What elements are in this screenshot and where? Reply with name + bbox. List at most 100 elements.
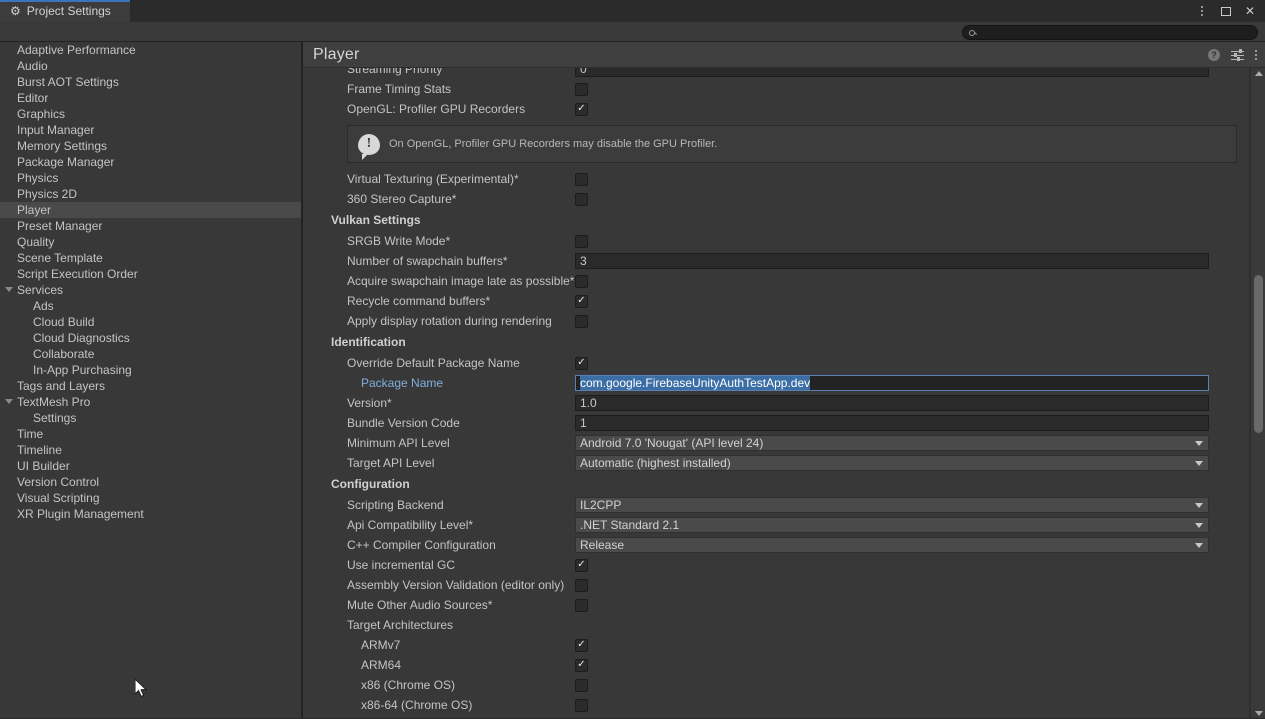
sidebar-item-version-control[interactable]: Version Control (0, 474, 301, 490)
chevron-down-icon (1195, 441, 1203, 446)
search-toolbar (0, 22, 1265, 42)
sidebar-item-label: Tags and Layers (17, 379, 105, 393)
setting-row-opengl-profiler-gpu-recorders: OpenGL: Profiler GPU Recorders✓ (303, 99, 1249, 119)
sidebar-item-settings[interactable]: Settings (0, 410, 301, 426)
setting-label: Version* (303, 396, 575, 410)
checkbox-armv7[interactable]: ✓ (575, 639, 588, 652)
sidebar-item-collaborate[interactable]: Collaborate (0, 346, 301, 362)
close-button[interactable]: ✕ (1243, 4, 1257, 18)
tab-label: Project Settings (27, 4, 111, 18)
window-menu-button[interactable] (1195, 4, 1209, 18)
checkbox-assembly-version-validation-editor-only[interactable] (575, 579, 588, 592)
setting-label: Acquire swapchain image late as possible… (303, 274, 575, 288)
sidebar-item-label: Physics 2D (17, 187, 77, 201)
vertical-scrollbar[interactable] (1250, 68, 1265, 719)
search-box[interactable] (962, 25, 1258, 40)
sidebar-item-audio[interactable]: Audio (0, 58, 301, 74)
checkbox-acquire-swapchain-image-late-as-possible[interactable] (575, 275, 588, 288)
sidebar-item-label: Ads (33, 299, 54, 313)
sidebar-item-scene-template[interactable]: Scene Template (0, 250, 301, 266)
sidebar-item-timeline[interactable]: Timeline (0, 442, 301, 458)
sidebar-item-graphics[interactable]: Graphics (0, 106, 301, 122)
sidebar-item-memory-settings[interactable]: Memory Settings (0, 138, 301, 154)
tab-project-settings[interactable]: ⚙ Project Settings (0, 0, 130, 22)
dropdown-value: Release (580, 538, 624, 552)
search-input[interactable] (979, 26, 1257, 39)
sidebar-item-script-execution-order[interactable]: Script Execution Order (0, 266, 301, 282)
text-field-bundle-version-code[interactable]: 1 (575, 415, 1209, 431)
setting-row-number-of-swapchain-buffers: Number of swapchain buffers*3 (303, 251, 1249, 271)
dropdown-c-compiler-configuration[interactable]: Release (575, 537, 1209, 553)
sidebar-item-physics[interactable]: Physics (0, 170, 301, 186)
help-button[interactable]: ? (1208, 49, 1220, 61)
settings-sidebar[interactable]: Adaptive PerformanceAudioBurst AOT Setti… (0, 42, 302, 719)
sidebar-item-quality[interactable]: Quality (0, 234, 301, 250)
sidebar-item-time[interactable]: Time (0, 426, 301, 442)
chevron-down-icon[interactable] (5, 287, 13, 292)
text-field-version[interactable]: 1.0 (575, 395, 1209, 411)
checkbox-360-stereo-capture[interactable] (575, 193, 588, 206)
dropdown-target-api-level[interactable]: Automatic (highest installed) (575, 455, 1209, 471)
checkbox-x86-64-chrome-os[interactable] (575, 699, 588, 712)
sidebar-item-adaptive-performance[interactable]: Adaptive Performance (0, 42, 301, 58)
sidebar-item-label: Cloud Build (33, 315, 94, 329)
field-value: 1.0 (580, 396, 597, 410)
panel-header-icons: ? (1208, 42, 1257, 68)
dropdown-scripting-backend[interactable]: IL2CPP (575, 497, 1209, 513)
checkbox-opengl-profiler-gpu-recorders[interactable]: ✓ (575, 103, 588, 116)
sidebar-item-textmesh-pro[interactable]: TextMesh Pro (0, 394, 301, 410)
setting-label: x86 (Chrome OS) (303, 678, 575, 692)
sidebar-item-label: Quality (17, 235, 54, 249)
checkbox-mute-other-audio-sources[interactable] (575, 599, 588, 612)
maximize-button[interactable] (1219, 4, 1233, 18)
checkbox-apply-display-rotation-during-rendering[interactable] (575, 315, 588, 328)
sidebar-item-cloud-diagnostics[interactable]: Cloud Diagnostics (0, 330, 301, 346)
sidebar-item-player[interactable]: Player (0, 202, 301, 218)
checkbox-virtual-texturing-experimental[interactable] (575, 173, 588, 186)
checkbox-x86-chrome-os[interactable] (575, 679, 588, 692)
sidebar-item-label: Visual Scripting (17, 491, 100, 505)
sidebar-item-visual-scripting[interactable]: Visual Scripting (0, 490, 301, 506)
dropdown-api-compatibility-level[interactable]: .NET Standard 2.1 (575, 517, 1209, 533)
sidebar-item-tags-and-layers[interactable]: Tags and Layers (0, 378, 301, 394)
checkbox-recycle-command-buffers[interactable]: ✓ (575, 295, 588, 308)
checkbox-srgb-write-mode[interactable] (575, 235, 588, 248)
section-header-configuration: Configuration (303, 473, 1249, 495)
scrollbar-thumb[interactable] (1254, 275, 1263, 433)
setting-row-override-default-package-name: Override Default Package Name✓ (303, 353, 1249, 373)
sidebar-item-editor[interactable]: Editor (0, 90, 301, 106)
sidebar-item-package-manager[interactable]: Package Manager (0, 154, 301, 170)
sidebar-item-label: Timeline (17, 443, 62, 457)
panel-menu-button[interactable] (1255, 50, 1257, 60)
preset-button[interactable] (1231, 50, 1244, 61)
text-field-number-of-swapchain-buffers[interactable]: 3 (575, 253, 1209, 269)
setting-label: x86-64 (Chrome OS) (303, 698, 575, 712)
sidebar-item-label: Burst AOT Settings (17, 75, 119, 89)
checkbox-override-default-package-name[interactable]: ✓ (575, 357, 588, 370)
dropdown-minimum-api-level[interactable]: Android 7.0 'Nougat' (API level 24) (575, 435, 1209, 451)
sidebar-item-input-manager[interactable]: Input Manager (0, 122, 301, 138)
project-settings-window: ⚙ Project Settings ✕ Adaptive Performanc… (0, 0, 1265, 719)
sidebar-item-burst-aot-settings[interactable]: Burst AOT Settings (0, 74, 301, 90)
sidebar-item-preset-manager[interactable]: Preset Manager (0, 218, 301, 234)
scroll-up-arrow-icon[interactable] (1255, 71, 1263, 76)
sidebar-item-services[interactable]: Services (0, 282, 301, 298)
setting-row-frame-timing-stats: Frame Timing Stats (303, 79, 1249, 99)
setting-row-package-name: Package Namecom.google.FirebaseUnityAuth… (303, 373, 1249, 393)
checkbox-use-incremental-gc[interactable]: ✓ (575, 559, 588, 572)
text-field-package-name[interactable]: com.google.FirebaseUnityAuthTestApp.dev (575, 375, 1209, 391)
sidebar-item-ads[interactable]: Ads (0, 298, 301, 314)
setting-row-bundle-version-code: Bundle Version Code1 (303, 413, 1249, 433)
sidebar-item-ui-builder[interactable]: UI Builder (0, 458, 301, 474)
text-field-streaming-priority[interactable]: 0 (575, 68, 1209, 77)
setting-label: OpenGL: Profiler GPU Recorders (303, 102, 575, 116)
checkbox-frame-timing-stats[interactable] (575, 83, 588, 96)
sidebar-item-label: Version Control (17, 475, 99, 489)
scroll-down-arrow-icon[interactable] (1255, 711, 1263, 716)
sidebar-item-cloud-build[interactable]: Cloud Build (0, 314, 301, 330)
checkbox-arm64[interactable]: ✓ (575, 659, 588, 672)
sidebar-item-physics-2d[interactable]: Physics 2D (0, 186, 301, 202)
sidebar-item-xr-plugin-management[interactable]: XR Plugin Management (0, 506, 301, 522)
chevron-down-icon[interactable] (5, 399, 13, 404)
sidebar-item-in-app-purchasing[interactable]: In-App Purchasing (0, 362, 301, 378)
